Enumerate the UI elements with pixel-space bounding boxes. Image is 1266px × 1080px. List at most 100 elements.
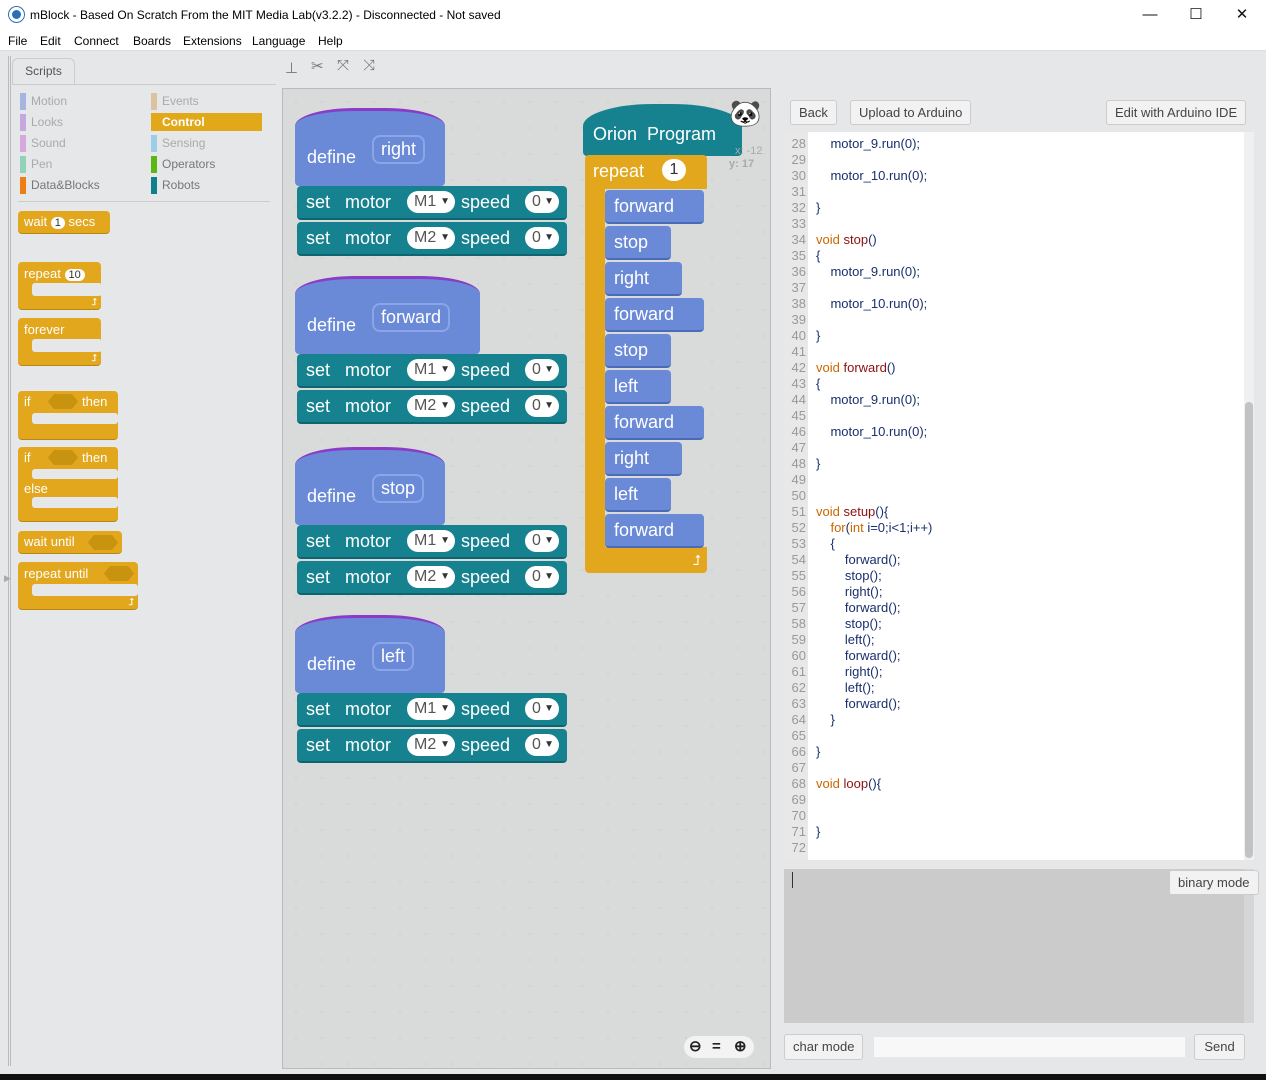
define-name[interactable]: stop	[372, 474, 425, 503]
repeat-input[interactable]: 10	[64, 269, 85, 281]
expand-arrow-icon[interactable]: ▶	[4, 573, 11, 584]
category-operators[interactable]: Operators	[151, 155, 262, 173]
speed-dropdown[interactable]: 0 ▼	[525, 698, 559, 720]
minimize-button[interactable]: —	[1130, 4, 1170, 26]
call-block-right[interactable]: right	[605, 442, 682, 476]
set-motor-block[interactable]: set motor M2 ▼ speed 0 ▼	[297, 561, 567, 595]
palette-wait-block[interactable]: wait 1 secs	[18, 211, 110, 234]
menu-help[interactable]: Help	[318, 34, 343, 48]
category-sensing[interactable]: Sensing	[151, 134, 262, 152]
speed-dropdown[interactable]: 0 ▼	[525, 530, 559, 552]
category-sound[interactable]: Sound	[20, 134, 140, 152]
speed-dropdown[interactable]: 0 ▼	[525, 227, 559, 249]
panda-sprite-icon: 🐼	[729, 98, 762, 128]
set-motor-block[interactable]: set motor M2 ▼ speed 0 ▼	[297, 390, 567, 424]
category-events[interactable]: Events	[151, 92, 262, 110]
set-motor-block[interactable]: set motor M2 ▼ speed 0 ▼	[297, 729, 567, 763]
menu-extensions[interactable]: Extensions	[183, 34, 242, 48]
motor-dropdown[interactable]: M1 ▼	[407, 191, 455, 213]
define-name[interactable]: forward	[372, 303, 451, 332]
speed-dropdown[interactable]: 0 ▼	[525, 734, 559, 756]
menu-file[interactable]: File	[8, 34, 27, 48]
scrollbar-thumb[interactable]	[1245, 402, 1253, 858]
menu-language[interactable]: Language	[252, 34, 305, 48]
define-block-right[interactable]: define right	[295, 108, 445, 186]
back-button[interactable]: Back	[790, 100, 837, 125]
palette-repeat-until-block[interactable]: repeat until ⮥	[18, 562, 138, 610]
grow-icon[interactable]: ⤧	[337, 57, 349, 74]
set-motor-block[interactable]: set motor M1 ▼ speed 0 ▼	[297, 525, 567, 559]
call-block-left[interactable]: left	[605, 370, 671, 404]
condition-slot[interactable]	[48, 450, 78, 465]
call-block-forward[interactable]: forward	[605, 190, 704, 224]
stage-collapse-bar[interactable]	[8, 56, 11, 1066]
set-motor-block[interactable]: set motor M2 ▼ speed 0 ▼	[297, 222, 567, 256]
condition-slot[interactable]	[88, 535, 118, 550]
shrink-icon[interactable]: ⤨	[363, 57, 375, 74]
speed-dropdown[interactable]: 0 ▼	[525, 566, 559, 588]
category-robots[interactable]: Robots	[151, 176, 262, 194]
define-name[interactable]: left	[372, 642, 415, 671]
set-motor-block[interactable]: set motor M1 ▼ speed 0 ▼	[297, 186, 567, 220]
set-motor-block[interactable]: set motor M1 ▼ speed 0 ▼	[297, 693, 567, 727]
category-datablocks[interactable]: Data&Blocks	[20, 176, 140, 194]
zoom-in-icon[interactable]: ⊕	[734, 1036, 747, 1058]
define-block-left[interactable]: define left	[295, 615, 445, 693]
call-block-stop[interactable]: stop	[605, 334, 671, 368]
speed-dropdown[interactable]: 0 ▼	[525, 191, 559, 213]
motor-dropdown[interactable]: M2 ▼	[407, 395, 455, 417]
set-motor-block[interactable]: set motor M1 ▼ speed 0 ▼	[297, 354, 567, 388]
menu-boards[interactable]: Boards	[133, 34, 171, 48]
zoom-reset-button[interactable]: =	[712, 1036, 721, 1058]
call-block-right[interactable]: right	[605, 262, 682, 296]
motor-dropdown[interactable]: M2 ▼	[407, 734, 455, 756]
motor-dropdown[interactable]: M1 ▼	[407, 530, 455, 552]
tab-scripts[interactable]: Scripts	[12, 58, 75, 84]
category-motion[interactable]: Motion	[20, 92, 140, 110]
motor-dropdown[interactable]: M1 ▼	[407, 698, 455, 720]
upload-to-arduino-button[interactable]: Upload to Arduino	[850, 100, 972, 125]
line-number: 51	[791, 504, 806, 519]
scissors-icon[interactable]: ✂	[311, 57, 324, 75]
palette-if-else-block[interactable]: if then else	[18, 447, 118, 522]
line-number: 50	[791, 488, 806, 503]
category-control[interactable]: Control	[151, 113, 262, 131]
condition-slot[interactable]	[104, 566, 134, 581]
menu-connect[interactable]: Connect	[74, 34, 119, 48]
category-looks[interactable]: Looks	[20, 113, 140, 131]
speed-label: speed	[461, 396, 511, 416]
call-block-left[interactable]: left	[605, 478, 671, 512]
palette-repeat-block[interactable]: repeat 10 ⮥	[18, 262, 102, 310]
call-block-forward[interactable]: forward	[605, 298, 704, 332]
char-mode-button[interactable]: char mode	[784, 1034, 864, 1060]
close-button[interactable]: ✕	[1222, 4, 1262, 26]
condition-slot[interactable]	[48, 394, 78, 409]
code-scrollbar[interactable]	[1244, 132, 1254, 860]
speed-dropdown[interactable]: 0 ▼	[525, 359, 559, 381]
palette-if-then-block[interactable]: if then	[18, 391, 118, 440]
stamp-icon[interactable]: ⊥	[285, 59, 298, 77]
speed-dropdown[interactable]: 0 ▼	[525, 395, 559, 417]
zoom-out-icon[interactable]: ⊖	[689, 1036, 702, 1058]
call-block-stop[interactable]: stop	[605, 226, 671, 260]
orion-program-hat-block[interactable]: Orion Program	[583, 104, 742, 156]
define-block-stop[interactable]: define stop	[295, 447, 445, 525]
maximize-button[interactable]: ☐	[1176, 4, 1216, 26]
call-block-forward[interactable]: forward	[605, 514, 704, 548]
send-button[interactable]: Send	[1194, 1034, 1245, 1060]
motor-dropdown[interactable]: M2 ▼	[407, 227, 455, 249]
send-input[interactable]	[874, 1037, 1185, 1057]
repeat-count-input[interactable]: 1	[662, 159, 686, 181]
palette-forever-block[interactable]: forever ⮥	[18, 318, 102, 366]
edit-with-arduino-ide-button[interactable]: Edit with Arduino IDE	[1106, 100, 1247, 125]
category-pen[interactable]: Pen	[20, 155, 140, 173]
motor-dropdown[interactable]: M2 ▼	[407, 566, 455, 588]
call-block-forward[interactable]: forward	[605, 406, 704, 440]
wait-input[interactable]: 1	[50, 217, 65, 229]
define-block-forward[interactable]: define forward	[295, 276, 480, 354]
menu-edit[interactable]: Edit	[40, 34, 61, 48]
motor-dropdown[interactable]: M1 ▼	[407, 359, 455, 381]
binary-mode-button[interactable]: binary mode	[1169, 870, 1259, 895]
palette-wait-until-block[interactable]: wait until	[18, 531, 122, 554]
define-name[interactable]: right	[372, 135, 426, 164]
